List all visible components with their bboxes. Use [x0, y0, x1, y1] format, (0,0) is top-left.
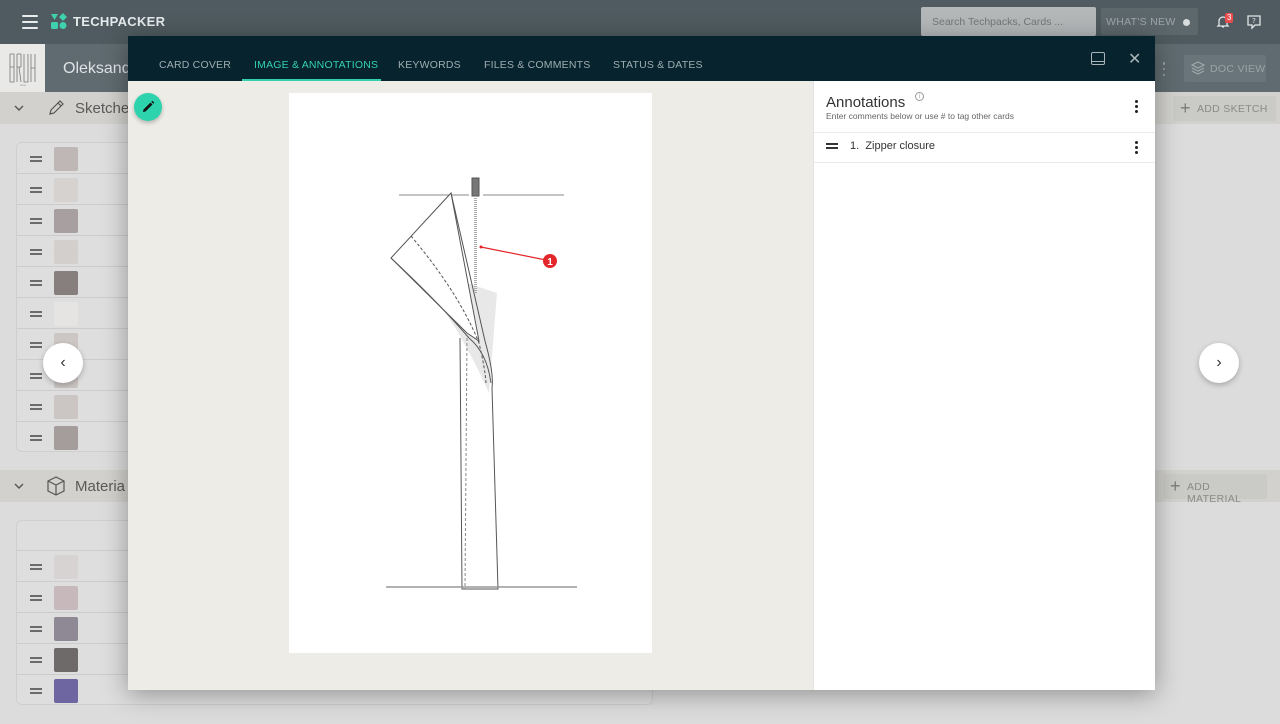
annotation-item[interactable]: 1. Zipper closure	[814, 133, 1155, 162]
material-thumbnail	[54, 648, 78, 672]
material-thumbnail	[54, 555, 78, 579]
menu-icon[interactable]	[22, 15, 38, 29]
next-card-button[interactable]: ›	[1199, 343, 1239, 383]
sketch-thumbnail	[54, 240, 78, 264]
drag-handle-icon[interactable]	[30, 373, 42, 379]
annotation-marker-label: 1	[547, 257, 553, 268]
drag-handle-icon[interactable]	[30, 187, 42, 193]
chevron-down-icon[interactable]	[14, 104, 24, 112]
pencil-icon	[49, 100, 64, 115]
sketch-thumbnail	[54, 147, 78, 171]
sketches-list	[16, 142, 136, 452]
sketch-thumbnail	[54, 395, 78, 419]
add-material-button[interactable]: ADD MATERIAL	[1163, 474, 1267, 505]
modal-tab-bar: CARD COVER IMAGE & ANNOTATIONS KEYWORDS …	[128, 36, 1155, 81]
sketch-row[interactable]	[17, 143, 135, 174]
material-thumbnail	[54, 586, 78, 610]
drag-handle-icon[interactable]	[30, 626, 42, 632]
sketch-thumbnail	[54, 302, 78, 326]
sketch-thumbnail	[54, 178, 78, 202]
annotations-subtitle: Enter comments below or use # to tag oth…	[826, 111, 1015, 121]
sketch-row[interactable]	[17, 205, 135, 236]
svg-text:?: ?	[1252, 17, 1256, 25]
help-chat-icon[interactable]: ?	[1246, 14, 1262, 30]
drag-handle-icon[interactable]	[30, 218, 42, 224]
doc-view-button[interactable]: DOC VIEW	[1184, 55, 1266, 82]
drag-handle-icon[interactable]	[30, 688, 42, 694]
zipper-sketch-image: 1	[386, 177, 577, 590]
techpacker-logo-icon	[51, 13, 67, 29]
tab-files-comments[interactable]: FILES & COMMENTS	[484, 59, 590, 71]
drag-handle-icon[interactable]	[30, 249, 42, 255]
tab-keywords[interactable]: KEYWORDS	[398, 59, 461, 71]
annotations-title: Annotations	[826, 94, 906, 111]
cube-icon	[47, 476, 65, 496]
drag-handle-icon[interactable]	[30, 156, 42, 162]
chevron-left-icon: ‹	[60, 354, 66, 371]
drag-handle-icon[interactable]	[826, 143, 838, 149]
notification-badge: 3	[1225, 13, 1234, 23]
techpack-name: Oleksand	[63, 60, 131, 77]
annotation-item-menu-icon[interactable]	[1134, 141, 1138, 154]
annotation-text: 1. Zipper closure	[850, 140, 936, 152]
sketch-row[interactable]	[17, 174, 135, 205]
sketch-row[interactable]	[17, 391, 135, 422]
more-options-icon[interactable]	[1162, 62, 1166, 76]
tab-image-annotations[interactable]: IMAGE & ANNOTATIONS	[254, 59, 378, 71]
close-icon[interactable]: ✕	[1128, 49, 1141, 69]
annotations-menu-icon[interactable]	[1134, 100, 1138, 113]
sketch-image-canvas[interactable]: 1	[289, 93, 652, 653]
info-icon[interactable]: i	[915, 92, 924, 101]
material-thumbnail	[54, 617, 78, 641]
annotations-panel: Annotations i Enter comments below or us…	[813, 81, 1155, 690]
drag-handle-icon[interactable]	[30, 404, 42, 410]
card-detail-modal: CARD COVER IMAGE & ANNOTATIONS KEYWORDS …	[128, 36, 1155, 690]
new-dot-icon	[1182, 18, 1190, 26]
sketches-title: Sketche	[75, 100, 130, 117]
annotation-leader-line	[480, 246, 547, 261]
tab-card-cover[interactable]: CARD COVER	[159, 59, 231, 71]
brand-name: TECHPACKER	[73, 14, 166, 29]
sketch-thumbnail	[54, 209, 78, 233]
brand-logo: BRUH	[0, 44, 45, 92]
previous-card-button[interactable]: ‹	[43, 343, 83, 383]
edit-annotation-button[interactable]	[134, 93, 162, 121]
sketch-row[interactable]	[17, 236, 135, 267]
drag-handle-icon[interactable]	[30, 595, 42, 601]
whats-new-label: WHAT'S NEW	[1106, 16, 1176, 28]
drag-handle-icon[interactable]	[30, 280, 42, 286]
chevron-down-icon[interactable]	[14, 482, 24, 490]
svg-text:BRUH: BRUH	[20, 85, 26, 87]
layout-toggle-icon[interactable]	[1091, 52, 1105, 65]
sketch-row[interactable]	[17, 422, 135, 451]
whats-new-button[interactable]: WHAT'S NEW	[1101, 8, 1198, 35]
drag-handle-icon[interactable]	[30, 435, 42, 441]
sketch-row[interactable]	[17, 298, 135, 329]
sketch-thumbnail	[54, 426, 78, 450]
drag-handle-icon[interactable]	[30, 311, 42, 317]
doc-view-label: DOC VIEW	[1210, 63, 1266, 75]
material-thumbnail	[54, 679, 78, 703]
drag-handle-icon[interactable]	[30, 342, 42, 348]
active-tab-indicator	[242, 79, 381, 81]
add-sketch-button[interactable]: ADD SKETCH	[1173, 96, 1276, 121]
divider	[814, 162, 1155, 163]
add-sketch-label: ADD SKETCH	[1197, 103, 1268, 115]
tab-status-dates[interactable]: STATUS & DATES	[613, 59, 703, 71]
layers-icon	[1191, 61, 1205, 75]
sketch-row[interactable]	[17, 267, 135, 298]
chevron-right-icon: ›	[1216, 354, 1222, 371]
drag-handle-icon[interactable]	[30, 657, 42, 663]
add-material-label: ADD MATERIAL	[1187, 481, 1242, 505]
search-input[interactable]	[921, 7, 1096, 36]
pencil-icon	[143, 100, 155, 112]
sketch-thumbnail	[54, 271, 78, 295]
materials-title: Materia	[75, 478, 126, 495]
drag-handle-icon[interactable]	[30, 564, 42, 570]
